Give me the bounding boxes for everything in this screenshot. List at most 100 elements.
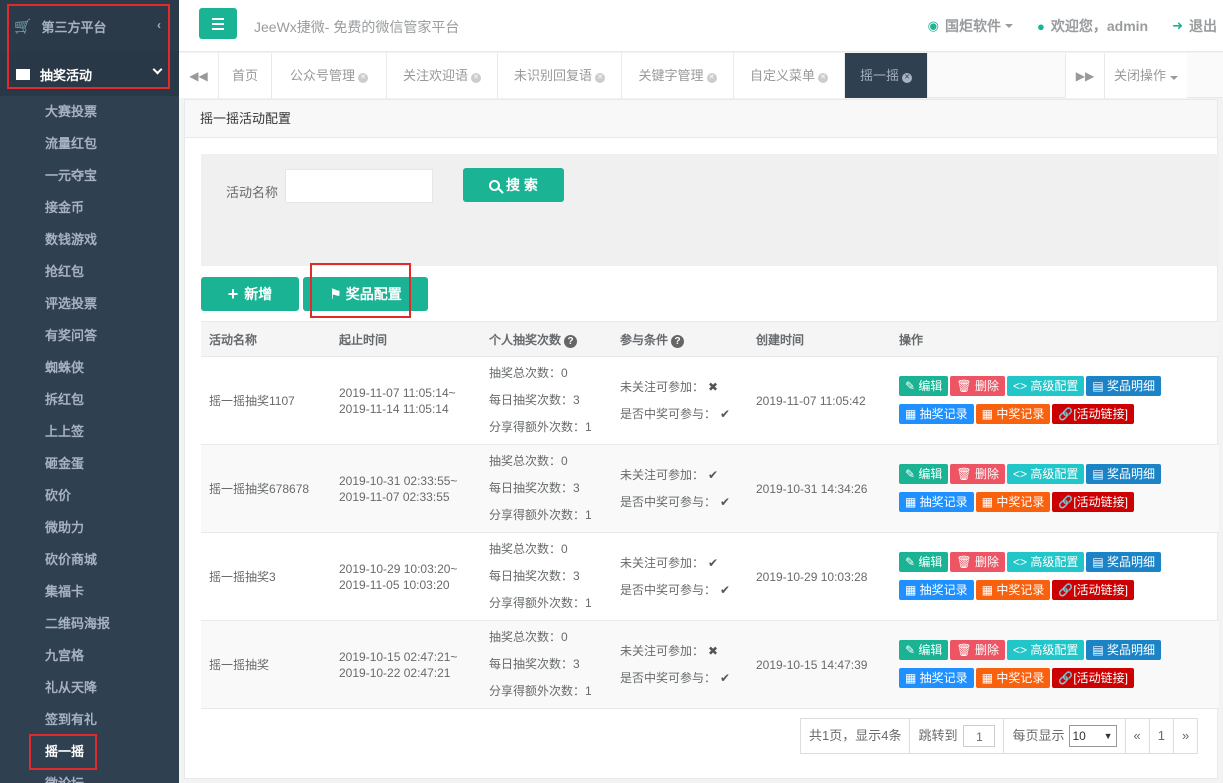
advanced-config-button[interactable]: <> 高级配置 bbox=[1007, 551, 1085, 572]
pager-page-button[interactable]: 1 bbox=[1150, 719, 1174, 753]
sidebar-item[interactable]: 九宫格 bbox=[0, 640, 179, 672]
op-label: 删除 bbox=[974, 378, 999, 393]
sidebar-group-lottery[interactable]: 抽奖活动 bbox=[0, 52, 179, 96]
prize-config-button[interactable]: ⚑ 奖品配置 bbox=[303, 277, 428, 311]
draw-counts: 抽奖总次数：0 每日抽奖次数：3 分享得额外次数：1 bbox=[481, 356, 612, 445]
delete-button[interactable]: 🗑 删除 bbox=[950, 375, 1005, 396]
sidebar-item[interactable]: 评选投票 bbox=[0, 288, 179, 320]
tab-unrecognized[interactable]: 未识别回复语 ✕ bbox=[498, 53, 622, 98]
prize-detail-button[interactable]: ▤ 奖品明细 bbox=[1086, 375, 1162, 396]
close-icon[interactable]: ✕ bbox=[471, 73, 481, 83]
add-button[interactable]: + 新增 bbox=[201, 277, 299, 311]
close-icon[interactable]: ✕ bbox=[902, 73, 912, 83]
delete-button[interactable]: 🗑 删除 bbox=[950, 551, 1005, 572]
draw-records-button[interactable]: ▦ 抽奖记录 bbox=[899, 491, 974, 512]
win-records-button[interactable]: ▦ 中奖记录 bbox=[975, 403, 1051, 424]
op-label: 编辑 bbox=[918, 378, 943, 393]
draw-records-button[interactable]: ▦ 抽奖记录 bbox=[899, 667, 974, 688]
tab-account[interactable]: 公众号管理 ✕ bbox=[272, 53, 387, 98]
sidebar-item[interactable]: 集福卡 bbox=[0, 576, 179, 608]
per-page-label: 每页显示 bbox=[1012, 728, 1065, 743]
help-icon[interactable]: ? bbox=[671, 334, 685, 348]
pagination: 共1页，显示4条 跳转到 1 每页显示10 « 1 » bbox=[800, 718, 1199, 754]
tabs-scroll-right-button[interactable]: ▶▶ bbox=[1065, 53, 1105, 98]
sidebar-item[interactable]: 大赛投票 bbox=[0, 96, 179, 128]
sidebar-item[interactable]: 礼从天降 bbox=[0, 672, 179, 704]
edit-button[interactable]: ✎ 编辑 bbox=[899, 551, 949, 572]
win-records-button[interactable]: ▦ 中奖记录 bbox=[975, 491, 1051, 512]
delete-button[interactable]: 🗑 删除 bbox=[950, 463, 1005, 484]
activity-link-button[interactable]: 🔗[活动链接] bbox=[1052, 667, 1134, 688]
highlight-box bbox=[29, 734, 97, 770]
op-label: [活动链接] bbox=[1073, 406, 1128, 421]
edit-button[interactable]: ✎ 编辑 bbox=[899, 375, 949, 396]
main-content: 摇一摇活动配置 活动名称 搜 索 + 新增 ⚑ 奖品配置 活动名称 起止时间 个… bbox=[184, 99, 1219, 779]
close-operations-menu[interactable]: 关闭操作 bbox=[1105, 53, 1187, 98]
op-label: 抽奖记录 bbox=[919, 582, 968, 597]
sidebar-item[interactable]: 二维码海报 bbox=[0, 608, 179, 640]
edit-button[interactable]: ✎ 编辑 bbox=[899, 639, 949, 660]
activity-link-button[interactable]: 🔗[活动链接] bbox=[1052, 491, 1134, 512]
pager-prev-button[interactable]: « bbox=[1126, 719, 1150, 753]
search-input[interactable] bbox=[285, 169, 433, 203]
sidebar-item[interactable]: 接金币 bbox=[0, 192, 179, 224]
tab-keywords[interactable]: 关键字管理 ✕ bbox=[622, 53, 734, 98]
pager-next-button[interactable]: » bbox=[1174, 719, 1197, 753]
op-label: 奖品明细 bbox=[1107, 554, 1156, 569]
tabs-scroll-left-button[interactable]: ◀◀ bbox=[179, 53, 219, 98]
sidebar-item[interactable]: 蜘蛛侠 bbox=[0, 352, 179, 384]
prize-detail-button[interactable]: ▤ 奖品明细 bbox=[1086, 463, 1162, 484]
draw-records-button[interactable]: ▦ 抽奖记录 bbox=[899, 403, 974, 424]
sidebar-item[interactable]: 流量红包 bbox=[0, 128, 179, 160]
op-label: 中奖记录 bbox=[996, 494, 1045, 509]
wechat-icon: ◉ bbox=[927, 18, 939, 33]
sidebar-item[interactable]: 砸金蛋 bbox=[0, 448, 179, 480]
close-icon[interactable]: ✕ bbox=[706, 73, 717, 83]
sidebar-item[interactable]: 砍价 bbox=[0, 480, 179, 512]
help-icon[interactable]: ? bbox=[564, 334, 578, 348]
prize-detail-button[interactable]: ▤ 奖品明细 bbox=[1086, 551, 1162, 572]
per-page-select[interactable]: 10 bbox=[1068, 725, 1117, 747]
column-header: 创建时间 bbox=[748, 321, 891, 357]
tab-home[interactable]: 首页 bbox=[219, 53, 272, 98]
sidebar-platform[interactable]: 🛒 第三方平台 ‹ bbox=[0, 0, 179, 52]
condition-label: 未关注可参加： bbox=[620, 555, 705, 570]
search-button-label: 搜 索 bbox=[506, 177, 538, 193]
menu-toggle-button[interactable] bbox=[199, 8, 237, 39]
win-records-button[interactable]: ▦ 中奖记录 bbox=[975, 667, 1051, 688]
close-icon[interactable]: ✕ bbox=[595, 73, 605, 83]
sidebar-item[interactable]: 一元夺宝 bbox=[0, 160, 179, 192]
activity-link-button[interactable]: 🔗[活动链接] bbox=[1052, 579, 1134, 600]
draw-records-button[interactable]: ▦ 抽奖记录 bbox=[899, 579, 974, 600]
close-icon[interactable]: ✕ bbox=[818, 73, 828, 83]
tab-welcome[interactable]: 关注欢迎语 ✕ bbox=[387, 53, 498, 98]
tab-custom-menu[interactable]: 自定义菜单 ✕ bbox=[734, 53, 845, 98]
sidebar-item[interactable]: 微助力 bbox=[0, 512, 179, 544]
sidebar-item[interactable]: 砍价商城 bbox=[0, 544, 179, 576]
total-count: 抽奖总次数：0 bbox=[489, 630, 568, 644]
tab-shake[interactable]: 摇一摇 ✕ bbox=[845, 53, 928, 98]
sidebar-item[interactable]: 抢红包 bbox=[0, 256, 179, 288]
edit-button[interactable]: ✎ 编辑 bbox=[899, 463, 949, 484]
sidebar-item[interactable]: 微论坛 bbox=[0, 768, 179, 783]
advanced-config-button[interactable]: <> 高级配置 bbox=[1007, 375, 1085, 396]
advanced-config-button[interactable]: <> 高级配置 bbox=[1007, 463, 1085, 484]
win-records-button[interactable]: ▦ 中奖记录 bbox=[975, 579, 1051, 600]
daily-count: 每日抽奖次数：3 bbox=[489, 481, 580, 495]
sidebar-item[interactable]: 签到有礼 bbox=[0, 704, 179, 736]
delete-button[interactable]: 🗑 删除 bbox=[950, 639, 1005, 660]
logout-link[interactable]: ➜ 退出 bbox=[1172, 16, 1217, 36]
activity-link-button[interactable]: 🔗[活动链接] bbox=[1052, 403, 1134, 424]
jump-input[interactable]: 1 bbox=[963, 725, 996, 747]
sidebar-item[interactable]: 上上签 bbox=[0, 416, 179, 448]
user-welcome[interactable]: ● 欢迎您，admin bbox=[1037, 16, 1148, 36]
activity-name: 摇一摇抽奖1107 bbox=[201, 356, 331, 445]
advanced-config-button[interactable]: <> 高级配置 bbox=[1007, 639, 1085, 660]
sidebar-item[interactable]: 拆红包 bbox=[0, 384, 179, 416]
company-menu[interactable]: ◉ 国炬软件 bbox=[928, 16, 1013, 36]
search-button[interactable]: 搜 索 bbox=[463, 168, 564, 202]
prize-detail-button[interactable]: ▤ 奖品明细 bbox=[1086, 639, 1162, 660]
sidebar-item[interactable]: 有奖问答 bbox=[0, 320, 179, 352]
sidebar-item[interactable]: 数钱游戏 bbox=[0, 224, 179, 256]
close-icon[interactable]: ✕ bbox=[358, 73, 368, 83]
